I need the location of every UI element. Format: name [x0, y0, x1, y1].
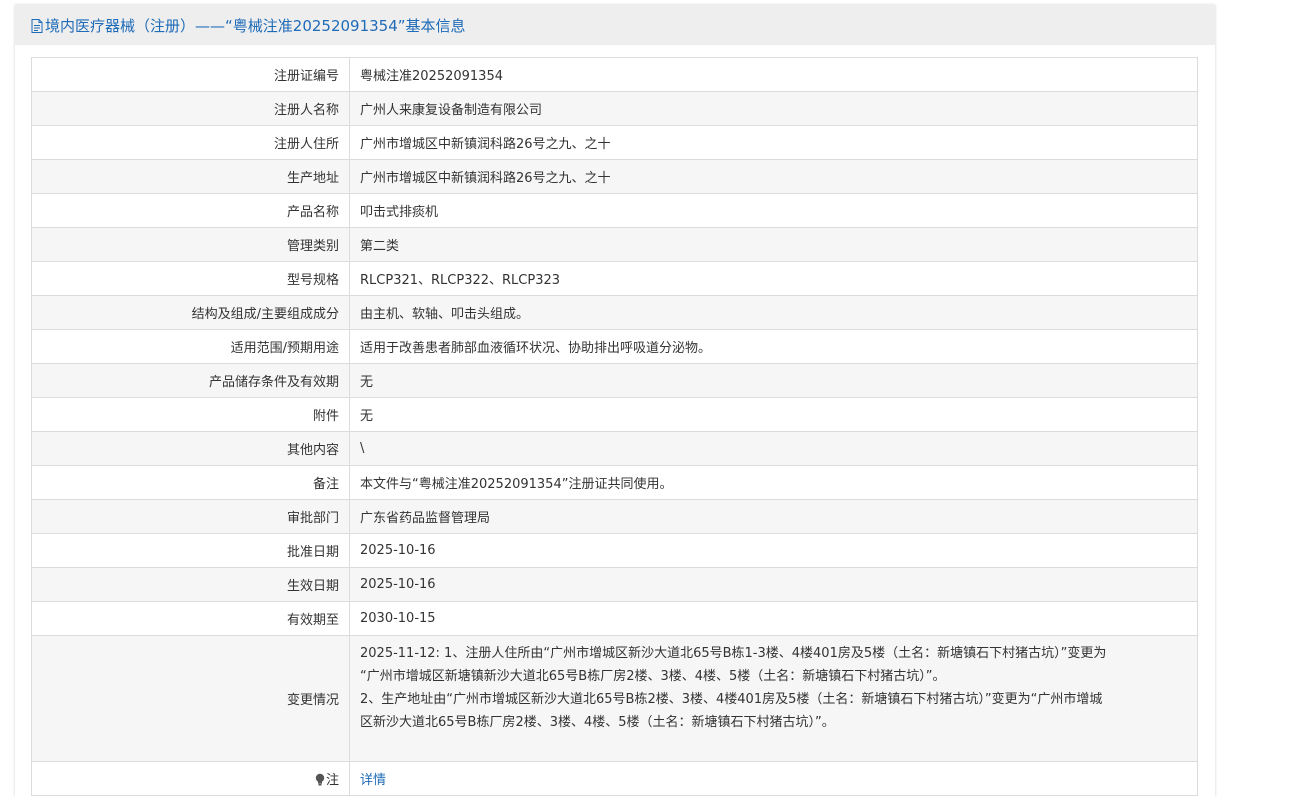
info-table: 注册证编号 粤械注准20252091354 注册人名称 广州人来康复设备制造有限… [31, 57, 1198, 796]
table-row: 其他内容 \ [32, 432, 1198, 466]
row-value: 广州市增城区中新镇润科路26号之九、之十 [350, 126, 1198, 160]
row-label: 适用范围/预期用途 [32, 330, 350, 364]
table-row: 注册人住所 广州市增城区中新镇润科路26号之九、之十 [32, 126, 1198, 160]
panel-header: 境内医疗器械（注册）——“粤械注准20252091354”基本信息 [15, 5, 1215, 45]
row-label: 变更情况 [32, 636, 350, 762]
table-row: 产品名称 叩击式排痰机 [32, 194, 1198, 228]
row-label: 生产地址 [32, 160, 350, 194]
table-row: 注册证编号 粤械注准20252091354 [32, 58, 1198, 92]
row-value: RLCP321、RLCP322、RLCP323 [350, 262, 1198, 296]
row-label: 生效日期 [32, 568, 350, 602]
table-row: 注册人名称 广州人来康复设备制造有限公司 [32, 92, 1198, 126]
row-value: 粤械注准20252091354 [350, 58, 1198, 92]
changes-text: 2025-11-12: 1、注册人住所由“广州市增城区新沙大道北65号B栋1-3… [350, 636, 1198, 762]
row-value: 广东省药品监督管理局 [350, 500, 1198, 534]
row-label: 注册人名称 [32, 92, 350, 126]
row-label: 附件 [32, 398, 350, 432]
row-value: 叩击式排痰机 [350, 194, 1198, 228]
table-row: 审批部门 广东省药品监督管理局 [32, 500, 1198, 534]
row-label: 备注 [32, 466, 350, 500]
table-row: 生效日期 2025-10-16 [32, 568, 1198, 602]
row-label: 有效期至 [32, 602, 350, 636]
note-label: 注 [325, 773, 339, 788]
table-row: 产品储存条件及有效期 无 [32, 364, 1198, 398]
table-row-changes: 变更情况 2025-11-12: 1、注册人住所由“广州市增城区新沙大道北65号… [32, 636, 1198, 762]
table-row: 有效期至 2030-10-15 [32, 602, 1198, 636]
row-value: 广州市增城区中新镇润科路26号之九、之十 [350, 160, 1198, 194]
table-row: 管理类别 第二类 [32, 228, 1198, 262]
lightbulb-icon [315, 773, 325, 786]
row-label: 注册证编号 [32, 58, 350, 92]
details-link[interactable]: 详情 [360, 769, 386, 788]
change-line: 2、生产地址由“广州市增城区新沙大道北65号B栋2楼、3楼、4楼401房及5楼（… [360, 692, 1103, 707]
table-row: 适用范围/预期用途 适用于改善患者肺部血液循环状况、协助排出呼吸道分泌物。 [32, 330, 1198, 364]
row-value: 第二类 [350, 228, 1198, 262]
row-label: 审批部门 [32, 500, 350, 534]
table-row: 附件 无 [32, 398, 1198, 432]
document-icon [31, 19, 43, 33]
table-row: 生产地址 广州市增城区中新镇润科路26号之九、之十 [32, 160, 1198, 194]
table-row: 型号规格 RLCP321、RLCP322、RLCP323 [32, 262, 1198, 296]
change-line: 2025-11-12: 1、注册人住所由“广州市增城区新沙大道北65号B栋1-3… [360, 646, 1107, 661]
note-value-cell: 详情 [350, 762, 1198, 796]
change-line: 区新沙大道北65号B栋厂房2楼、3楼、4楼、5楼（土名：新塘镇石下村猪古坑）”。 [360, 715, 835, 730]
row-label: 批准日期 [32, 534, 350, 568]
row-value: 2025-10-16 [350, 534, 1198, 568]
table-row: 结构及组成/主要组成成分 由主机、软轴、叩击头组成。 [32, 296, 1198, 330]
row-value: 2030-10-15 [350, 602, 1198, 636]
table-row: 备注 本文件与“粤械注准20252091354”注册证共同使用。 [32, 466, 1198, 500]
info-panel: 境内医疗器械（注册）——“粤械注准20252091354”基本信息 注册证编号 … [15, 5, 1215, 797]
row-label: 结构及组成/主要组成成分 [32, 296, 350, 330]
row-value: 无 [350, 398, 1198, 432]
table-row-note: 注 详情 [32, 762, 1198, 796]
row-value: 2025-10-16 [350, 568, 1198, 602]
row-label: 其他内容 [32, 432, 350, 466]
row-label: 产品储存条件及有效期 [32, 364, 350, 398]
note-label-cell: 注 [32, 762, 350, 796]
row-value: 本文件与“粤械注准20252091354”注册证共同使用。 [350, 466, 1198, 500]
row-value: \ [350, 432, 1198, 466]
row-label: 型号规格 [32, 262, 350, 296]
row-value: 由主机、软轴、叩击头组成。 [350, 296, 1198, 330]
row-value: 适用于改善患者肺部血液循环状况、协助排出呼吸道分泌物。 [350, 330, 1198, 364]
row-value: 无 [350, 364, 1198, 398]
row-label: 产品名称 [32, 194, 350, 228]
change-line: “广州市增城区新塘镇新沙大道北65号B栋厂房2楼、3楼、4楼、5楼（土名：新塘镇… [360, 669, 946, 684]
row-label: 注册人住所 [32, 126, 350, 160]
page-title: 境内医疗器械（注册）——“粤械注准20252091354”基本信息 [45, 16, 466, 35]
row-label: 管理类别 [32, 228, 350, 262]
row-value: 广州人来康复设备制造有限公司 [350, 92, 1198, 126]
table-row: 批准日期 2025-10-16 [32, 534, 1198, 568]
